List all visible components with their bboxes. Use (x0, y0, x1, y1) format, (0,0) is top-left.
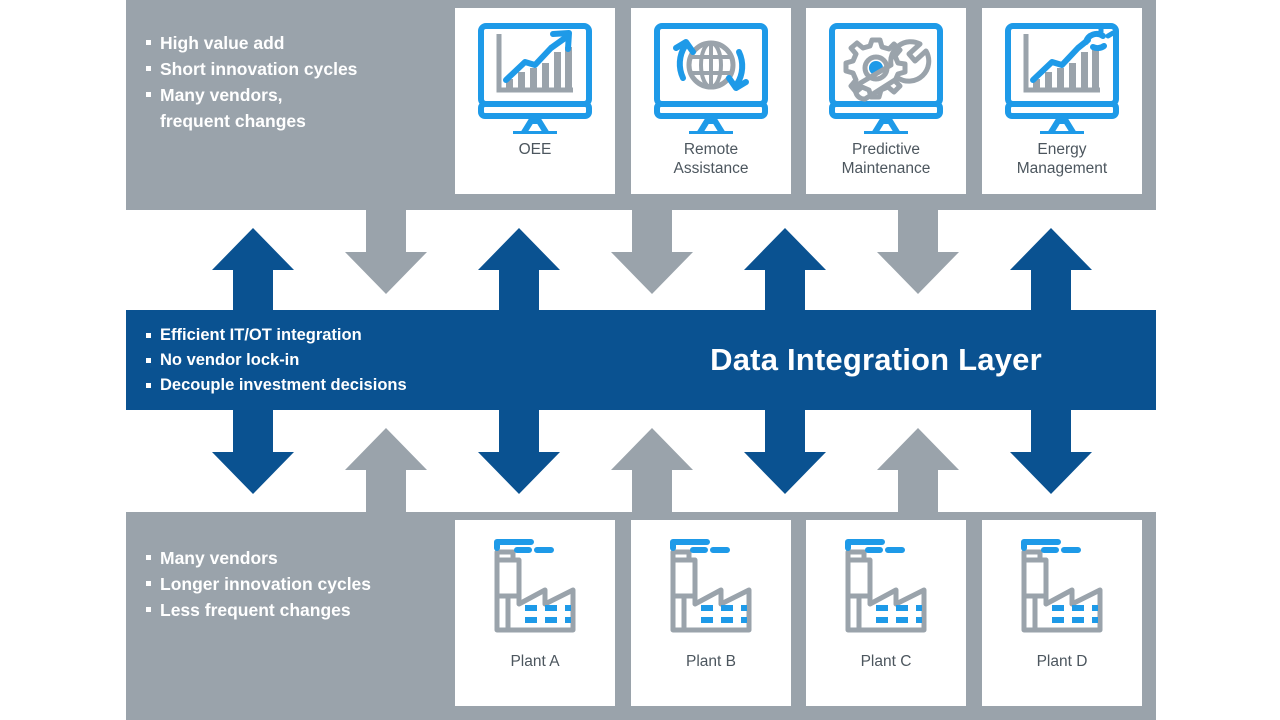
factory-icon (641, 530, 781, 650)
band-bullet-list: Efficient IT/OT integration No vendor lo… (146, 323, 576, 398)
bullet-item: Efficient IT/OT integration (146, 323, 576, 348)
arrow-up-blue (744, 228, 826, 312)
bullet-item: Short innovation cycles (146, 56, 446, 82)
bullet-item: Longer innovation cycles (146, 571, 446, 597)
card-label: Plant A (510, 653, 560, 670)
card-label: Plant D (1036, 653, 1088, 670)
factory-icon (465, 530, 605, 650)
arrow-up-gray (611, 428, 693, 512)
card-oee[interactable]: OEE (455, 8, 615, 194)
monitor-bar-chart-trend-icon (465, 18, 605, 138)
arrow-down-gray (877, 210, 959, 294)
bullet-item: No vendor lock-in (146, 348, 576, 373)
card-plant-d[interactable]: Plant D (982, 520, 1142, 706)
bullet-item: Less frequent changes (146, 597, 446, 623)
factory-icon (816, 530, 956, 650)
arrow-down-blue (478, 410, 560, 494)
band-title: Data Integration Layer (710, 342, 1042, 377)
card-label: Predictive Maintenance (841, 141, 931, 177)
arrow-up-gray (877, 428, 959, 512)
card-energy-management[interactable]: Energy Management (982, 8, 1142, 194)
data-integration-layer-band: Efficient IT/OT integration No vendor lo… (126, 310, 1156, 410)
bullet-item: High value add (146, 30, 446, 56)
card-label: OEE (518, 141, 552, 158)
bullet-item: Many vendors (146, 545, 446, 571)
arrow-up-blue (1010, 228, 1092, 312)
arrow-down-blue (744, 410, 826, 494)
bullet-item: Many vendors, frequent changes (146, 82, 446, 134)
card-plant-a[interactable]: Plant A (455, 520, 615, 706)
bullet-item: Decouple investment decisions (146, 373, 576, 398)
card-remote-assistance[interactable]: Remote Assistance (631, 8, 791, 194)
arrow-down-blue (1010, 410, 1092, 494)
card-label: Energy Management (1016, 141, 1108, 177)
bottom-section-bullet-list: Many vendors Longer innovation cycles Le… (146, 545, 446, 623)
arrow-up-gray (345, 428, 427, 512)
card-plant-c[interactable]: Plant C (806, 520, 966, 706)
arrow-down-gray (611, 210, 693, 294)
monitor-bar-chart-plug-icon (992, 18, 1132, 138)
top-section-bullet-list: High value add Short innovation cycles M… (146, 30, 446, 134)
monitor-gear-wrench-icon (816, 18, 956, 138)
arrow-up-blue (478, 228, 560, 312)
arrow-down-blue (212, 410, 294, 494)
card-predictive-maintenance[interactable]: Predictive Maintenance (806, 8, 966, 194)
arrow-down-gray (345, 210, 427, 294)
monitor-globe-refresh-icon (641, 18, 781, 138)
card-label: Remote Assistance (673, 141, 749, 177)
arrow-up-blue (212, 228, 294, 312)
card-label: Plant C (860, 653, 912, 670)
diagram-canvas: High value add Short innovation cycles M… (0, 0, 1280, 720)
card-label: Plant B (686, 653, 736, 670)
factory-icon (992, 530, 1132, 650)
card-plant-b[interactable]: Plant B (631, 520, 791, 706)
